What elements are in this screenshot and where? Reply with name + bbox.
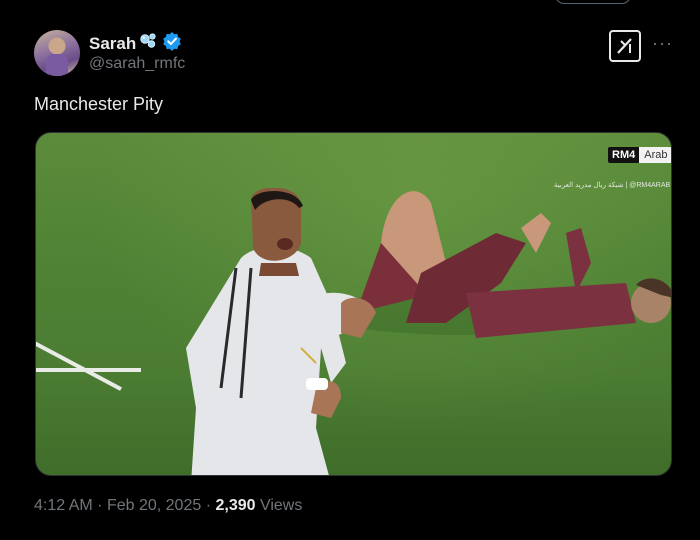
- tweet-meta: 4:12 AM · Feb 20, 2025 · 2,390 Views: [34, 497, 302, 515]
- player-celebrating-figure: [186, 188, 376, 475]
- tweet-video[interactable]: RM4 Arab شبكة ريال مدريد العربية | @RM4A…: [35, 132, 672, 476]
- user-handle[interactable]: @sarah_rmfc: [89, 55, 185, 73]
- verified-badge-icon: [162, 31, 182, 56]
- pitch-line: [36, 331, 122, 391]
- watermark-word: Arab: [639, 147, 671, 163]
- tweet-date[interactable]: Feb 20, 2025: [107, 497, 201, 514]
- watermark-brand: RM4: [608, 147, 640, 163]
- more-icon[interactable]: ···: [652, 33, 673, 54]
- pitch-line: [36, 368, 141, 372]
- watermark-logo: RM4 Arab: [608, 147, 671, 163]
- top-action-button[interactable]: [555, 0, 631, 4]
- display-name[interactable]: Sarah: [89, 34, 136, 54]
- author-name-row: Sarah: [89, 31, 182, 56]
- meta-separator: ·: [97, 497, 103, 514]
- views-count: 2,390: [215, 497, 256, 514]
- watermark-caption: شبكة ريال مدريد العربية | @RM4ARAB: [554, 182, 671, 189]
- views-label: Views: [259, 497, 303, 514]
- tweet-time[interactable]: 4:12 AM: [34, 497, 93, 514]
- avatar[interactable]: [34, 30, 80, 76]
- bubbles-icon: [139, 32, 159, 55]
- tweet-text: Manchester Pity: [34, 94, 164, 114]
- grok-icon[interactable]: [609, 30, 641, 62]
- meta-separator: ·: [205, 497, 212, 514]
